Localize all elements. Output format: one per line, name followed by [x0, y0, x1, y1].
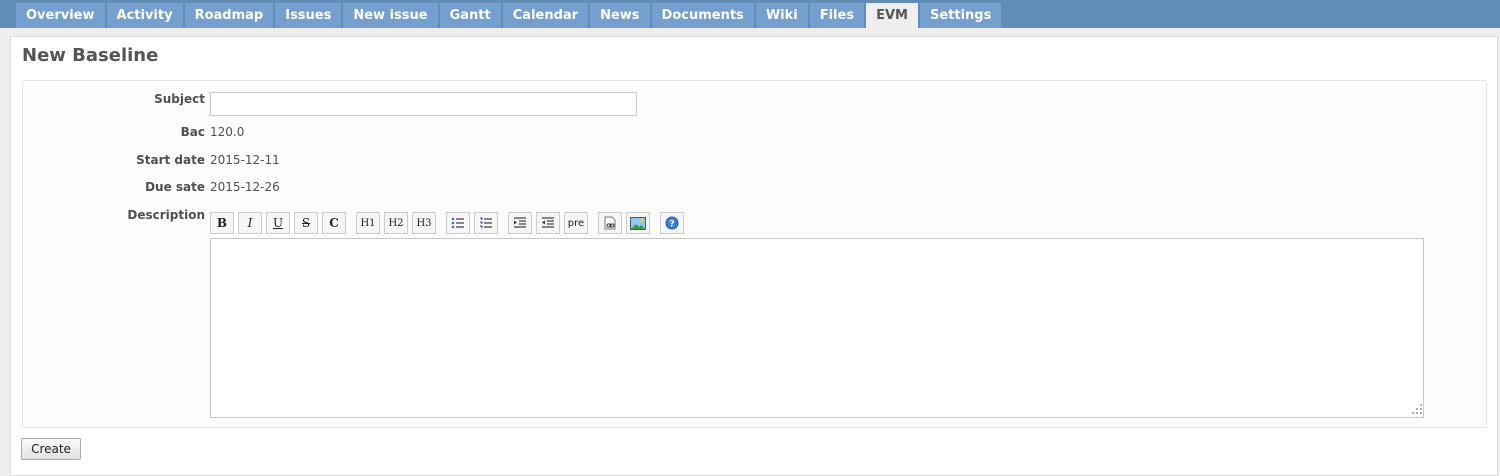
tab-news[interactable]: News: [590, 3, 650, 28]
baseline-form: Subject Bac 120.0 Start date 2015-12-11 …: [22, 80, 1487, 428]
tab-settings[interactable]: Settings: [919, 3, 1002, 28]
tab-roadmap[interactable]: Roadmap: [184, 3, 274, 28]
strikethrough-icon[interactable]: S: [294, 212, 318, 234]
description-textarea[interactable]: [210, 238, 1424, 418]
indent-icon[interactable]: [508, 212, 532, 234]
bac-label: Bac: [180, 125, 205, 139]
subject-input[interactable]: [210, 92, 637, 116]
create-button[interactable]: Create: [21, 438, 81, 460]
tab-issues[interactable]: Issues: [275, 3, 342, 28]
tab-activity[interactable]: Activity: [106, 3, 183, 28]
bac-value: 120.0: [210, 125, 245, 139]
heading3-icon[interactable]: H3: [412, 212, 436, 234]
resize-grip-icon[interactable]: [1412, 404, 1422, 414]
wiki-link-icon[interactable]: [598, 212, 622, 234]
tab-documents[interactable]: Documents: [651, 3, 754, 28]
image-icon[interactable]: [626, 212, 650, 234]
page-title: New Baseline: [22, 45, 159, 66]
content-area: New Baseline Subject Bac 120.0 Start dat…: [10, 36, 1498, 476]
main-menu: Overview Activity Roadmap Issues New iss…: [0, 0, 1500, 28]
italic-icon[interactable]: I: [238, 212, 262, 234]
help-icon[interactable]: ?: [660, 212, 684, 234]
preformatted-icon[interactable]: pre: [564, 212, 588, 234]
tab-wiki[interactable]: Wiki: [755, 3, 808, 28]
heading1-icon[interactable]: H1: [356, 212, 380, 234]
ordered-list-icon[interactable]: [474, 212, 498, 234]
start-date-label: Start date: [136, 153, 205, 167]
tab-overview[interactable]: Overview: [16, 3, 105, 28]
outdent-icon[interactable]: [536, 212, 560, 234]
underline-icon[interactable]: U: [266, 212, 290, 234]
svg-text:?: ?: [669, 220, 674, 230]
subject-label: Subject: [154, 92, 205, 106]
tab-evm[interactable]: EVM: [866, 3, 918, 28]
project-tabs: Overview Activity Roadmap Issues New iss…: [16, 3, 1003, 28]
tab-files[interactable]: Files: [809, 3, 865, 28]
inline-code-icon[interactable]: C: [322, 212, 346, 234]
unordered-list-icon[interactable]: [446, 212, 470, 234]
start-date-value: 2015-12-11: [210, 153, 280, 167]
due-date-value: 2015-12-26: [210, 180, 280, 194]
heading2-icon[interactable]: H2: [384, 212, 408, 234]
tab-new-issue[interactable]: New issue: [343, 3, 438, 28]
bold-icon[interactable]: B: [210, 212, 234, 234]
tab-calendar[interactable]: Calendar: [502, 3, 589, 28]
tab-gantt[interactable]: Gantt: [439, 3, 501, 28]
description-label: Description: [127, 208, 205, 222]
due-date-label: Due sate: [145, 180, 205, 194]
